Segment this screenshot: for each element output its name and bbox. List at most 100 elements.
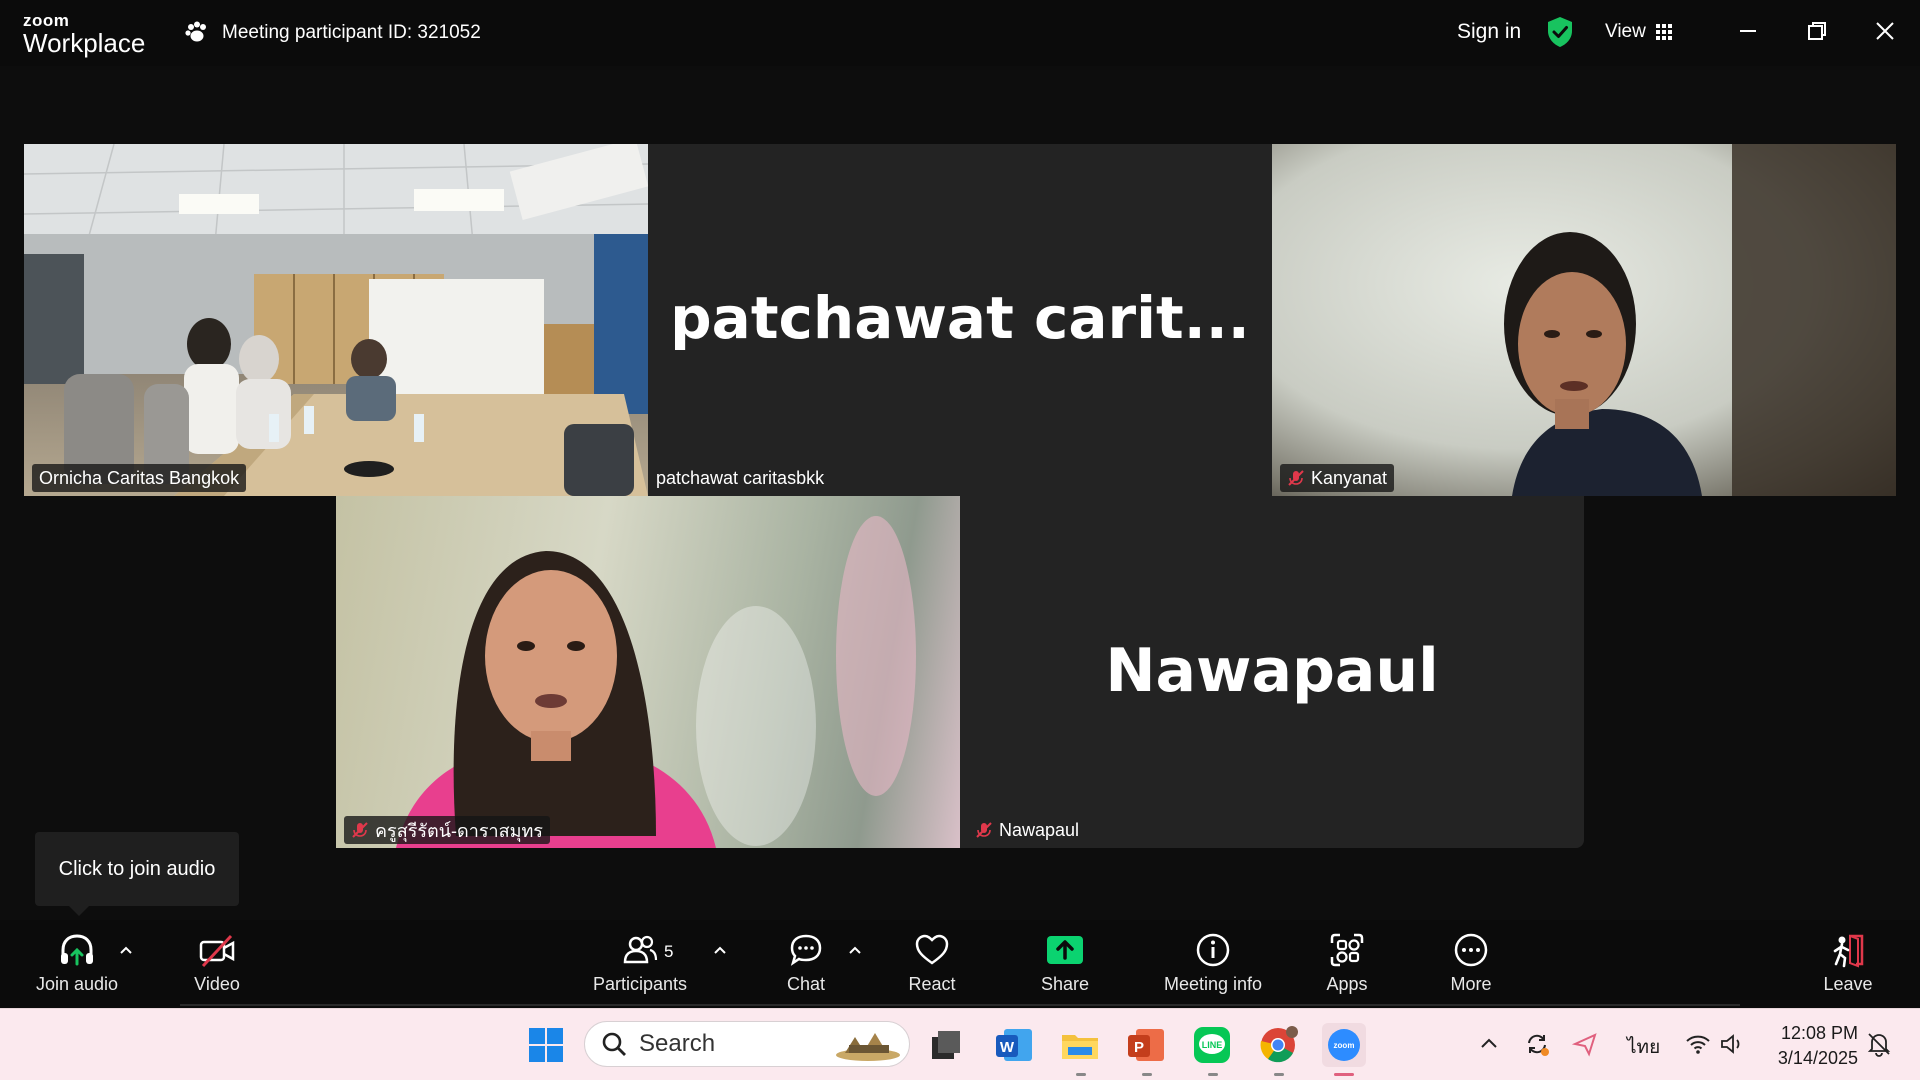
svg-text:P: P bbox=[1134, 1039, 1144, 1056]
meeting-id-text: Meeting participant ID: 321052 bbox=[222, 22, 481, 43]
file-explorer-icon[interactable] bbox=[1058, 1023, 1102, 1067]
view-label: View bbox=[1605, 21, 1646, 42]
grid-icon bbox=[1655, 24, 1672, 40]
task-view-icon[interactable] bbox=[924, 1023, 968, 1067]
info-icon bbox=[1196, 933, 1230, 967]
video-button[interactable]: Video bbox=[180, 930, 254, 995]
notification-bell-icon[interactable] bbox=[1866, 1031, 1892, 1057]
view-button[interactable]: View bbox=[1605, 21, 1672, 43]
taskbar-search[interactable]: Search bbox=[584, 1021, 910, 1067]
participant-name-tag: Nawapaul bbox=[968, 816, 1086, 844]
search-icon bbox=[602, 1032, 626, 1056]
video-tile-patchawat[interactable]: patchawat carit... patchawat caritasbkk bbox=[648, 144, 1272, 496]
participant-name-tag: patchawat caritasbkk bbox=[656, 464, 831, 492]
join-audio-tooltip: Click to join audio bbox=[35, 832, 239, 916]
participant-name-tag: ครูสุรีรัตน์-ดาราสมุทร bbox=[344, 816, 550, 844]
powerpoint-icon[interactable]: P bbox=[1124, 1023, 1168, 1067]
running-indicator bbox=[1076, 1073, 1086, 1076]
chevron-up-icon[interactable] bbox=[1476, 1031, 1502, 1057]
leave-label: Leave bbox=[1823, 974, 1873, 994]
meeting-toolbar: Join audio Video Participants 5 Chat Rea… bbox=[0, 920, 1920, 1008]
search-highlight-icon bbox=[836, 1033, 900, 1061]
muted-mic-icon bbox=[352, 822, 368, 838]
heart-icon bbox=[915, 934, 949, 965]
more-button[interactable]: More bbox=[1444, 930, 1498, 995]
meeting-room-illustration bbox=[24, 144, 648, 496]
svg-text:zoom: zoom bbox=[1334, 1041, 1355, 1050]
sign-in-link[interactable]: Sign in bbox=[1457, 20, 1521, 44]
video-gallery: Ornicha Caritas Bangkok patchawat carit.… bbox=[0, 66, 1920, 920]
participant-illustration bbox=[396, 516, 916, 848]
react-button[interactable]: React bbox=[902, 930, 962, 995]
encryption-shield-icon[interactable] bbox=[1546, 16, 1574, 48]
participant-name: ครูสุรีรัตน์-ดาราสมุทร bbox=[375, 820, 543, 841]
send-arrow-icon[interactable] bbox=[1572, 1031, 1598, 1057]
active-indicator bbox=[1334, 1073, 1354, 1076]
join-audio-button[interactable]: Join audio bbox=[32, 930, 122, 995]
share-screen-icon bbox=[1047, 936, 1083, 964]
react-label: React bbox=[908, 974, 956, 994]
apps-label: Apps bbox=[1326, 974, 1368, 994]
line-icon[interactable]: LINE bbox=[1190, 1023, 1234, 1067]
muted-mic-icon bbox=[976, 822, 992, 838]
participants-options-caret-icon[interactable] bbox=[710, 940, 730, 960]
sync-icon[interactable] bbox=[1524, 1031, 1550, 1057]
video-label: Video bbox=[194, 974, 240, 994]
headphones-icon bbox=[61, 934, 93, 966]
minimize-icon[interactable] bbox=[1733, 16, 1763, 46]
clock-time: 12:08 PM bbox=[1780, 1023, 1858, 1043]
participant-name-tag: Ornicha Caritas Bangkok bbox=[32, 464, 247, 492]
video-tile-nawapaul[interactable]: Nawapaul Nawapaul bbox=[960, 496, 1584, 848]
search-placeholder: Search bbox=[639, 1030, 716, 1057]
svg-text:W: W bbox=[1000, 1039, 1015, 1056]
share-label: Share bbox=[1040, 974, 1090, 994]
audio-options-caret-icon[interactable] bbox=[116, 940, 136, 960]
word-icon[interactable]: W bbox=[992, 1023, 1036, 1067]
windows-start-icon[interactable] bbox=[524, 1023, 568, 1067]
share-button[interactable]: Share bbox=[1034, 930, 1096, 995]
wifi-icon[interactable] bbox=[1685, 1031, 1711, 1057]
apps-button[interactable]: Apps bbox=[1320, 930, 1374, 995]
meeting-room-video bbox=[24, 144, 648, 496]
meeting-id-indicator[interactable]: Meeting participant ID: 321052 bbox=[184, 20, 481, 46]
running-indicator bbox=[1274, 1073, 1284, 1076]
leave-door-icon bbox=[1833, 934, 1864, 968]
participants-label: Participants bbox=[592, 974, 688, 994]
restore-icon[interactable] bbox=[1802, 16, 1832, 46]
video-tile-ornicha[interactable]: Ornicha Caritas Bangkok bbox=[24, 144, 648, 496]
clock-date: 3/14/2025 bbox=[1777, 1048, 1858, 1068]
meeting-info-button[interactable]: Meeting info bbox=[1158, 930, 1268, 995]
participants-button[interactable]: Participants bbox=[588, 930, 692, 995]
taskbar-clock[interactable]: 12:08 PM 3/14/2025 bbox=[1768, 1021, 1858, 1071]
chat-options-caret-icon[interactable] bbox=[845, 940, 865, 960]
chat-icon bbox=[790, 934, 822, 966]
participant-video bbox=[336, 496, 960, 848]
title-bar: zoom Workplace Meeting participant ID: 3… bbox=[0, 0, 1920, 66]
participant-name: Nawapaul bbox=[999, 819, 1080, 840]
meeting-info-label: Meeting info bbox=[1163, 974, 1263, 994]
participant-display-name: Nawapaul bbox=[1105, 636, 1439, 706]
volume-icon[interactable] bbox=[1719, 1031, 1745, 1057]
join-audio-label: Join audio bbox=[35, 974, 119, 994]
apps-icon bbox=[1330, 933, 1364, 967]
chat-label: Chat bbox=[786, 974, 826, 994]
chat-button[interactable]: Chat bbox=[776, 930, 836, 995]
participant-name: Ornicha Caritas Bangkok bbox=[39, 467, 240, 488]
zoom-app-icon[interactable]: zoom bbox=[1322, 1023, 1366, 1067]
zoom-workplace-logo: zoom Workplace bbox=[23, 11, 146, 58]
participant-name: Kanyanat bbox=[1311, 467, 1388, 488]
participant-name-tag: Kanyanat bbox=[1280, 464, 1395, 492]
close-icon[interactable] bbox=[1870, 16, 1900, 46]
participants-icon bbox=[623, 935, 658, 964]
running-indicator bbox=[1142, 1073, 1152, 1076]
leave-button[interactable]: Leave bbox=[1822, 930, 1874, 995]
more-label: More bbox=[1450, 974, 1492, 994]
video-tile-kanyanat[interactable]: Kanyanat bbox=[1272, 144, 1896, 496]
video-tile-kru-sureerat[interactable]: ครูสุรีรัตน์-ดาราสมุทร bbox=[336, 496, 960, 848]
svg-text:LINE: LINE bbox=[1202, 1040, 1223, 1050]
chrome-icon[interactable] bbox=[1256, 1023, 1300, 1067]
input-language-indicator[interactable]: ไทย bbox=[1627, 1032, 1660, 1062]
more-icon bbox=[1454, 933, 1488, 967]
video-off-icon bbox=[199, 934, 235, 968]
participant-name: patchawat caritasbkk bbox=[656, 467, 825, 488]
